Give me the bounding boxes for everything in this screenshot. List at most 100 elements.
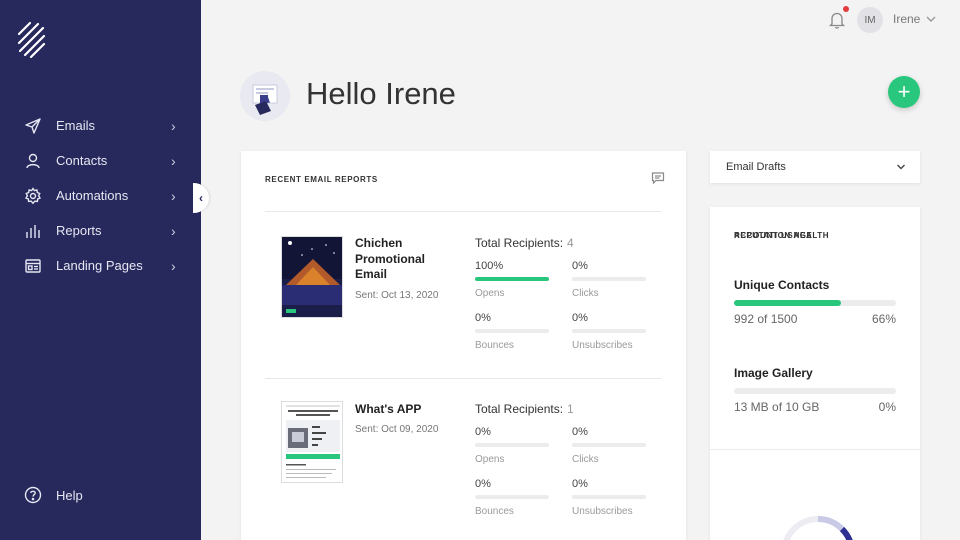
total-recipients: Total Recipients: 1 xyxy=(475,402,574,416)
profile-illustration xyxy=(240,71,290,121)
sidebar-item-emails[interactable]: Emails › xyxy=(0,108,201,143)
usage-amount: 13 MB of 10 GB xyxy=(734,400,820,414)
section-title: RECENT EMAIL REPORTS xyxy=(265,175,378,184)
sidebar-nav: Emails › Contacts › Automations › Report… xyxy=(0,108,201,283)
metric-opens: 0% Opens xyxy=(475,426,549,465)
sidebar-collapse-toggle[interactable]: ‹ xyxy=(193,183,209,213)
chevron-down-icon xyxy=(897,164,905,170)
metric-value: 0% xyxy=(475,426,491,438)
sidebar-item-automations[interactable]: Automations › xyxy=(0,178,201,213)
usage-percent: 0% xyxy=(878,400,896,414)
progress-bar xyxy=(734,388,896,394)
usage-unique-contacts: Unique Contacts 992 of 1500 66% xyxy=(734,278,896,326)
bar-chart-icon xyxy=(24,222,42,240)
plus-icon: + xyxy=(897,79,911,104)
landing-page-icon xyxy=(24,257,42,275)
sidebar-item-contacts[interactable]: Contacts › xyxy=(0,143,201,178)
chevron-right-icon: › xyxy=(171,257,176,274)
report-name[interactable]: What's APP xyxy=(355,402,445,418)
progress-bar xyxy=(475,495,549,499)
report-sent-date: Sent: Oct 09, 2020 xyxy=(355,424,439,435)
total-recipients-count: 4 xyxy=(567,236,574,250)
progress-bar xyxy=(572,277,646,281)
paper-plane-icon xyxy=(24,117,42,135)
metric-clicks: 0% Clicks xyxy=(572,260,646,299)
metric-value: 0% xyxy=(572,426,588,438)
metric-label: Opens xyxy=(475,288,505,299)
progress-bar xyxy=(572,495,646,499)
report-item: What's APP Sent: Oct 09, 2020 Total Reci… xyxy=(265,378,661,538)
chevron-right-icon: › xyxy=(171,222,176,239)
metric-label: Clicks xyxy=(572,454,599,465)
notification-dot xyxy=(843,6,849,12)
metric-label: Opens xyxy=(475,454,505,465)
chevron-left-icon: ‹ xyxy=(199,191,203,205)
user-name[interactable]: Irene xyxy=(893,12,920,26)
help-label: Help xyxy=(56,487,83,503)
metric-bounces: 0% Bounces xyxy=(475,312,549,351)
usage-percent: 66% xyxy=(871,312,896,326)
total-recipients-label: Total Recipients: xyxy=(475,402,564,416)
sidebar-item-label: Landing Pages xyxy=(56,258,143,273)
bell-icon[interactable] xyxy=(828,10,846,30)
progress-bar xyxy=(475,443,549,447)
report-item: Chichen Promotional Email Sent: Oct 13, … xyxy=(265,211,661,371)
metric-clicks: 0% Clicks xyxy=(572,426,646,465)
sidebar-item-label: Reports xyxy=(56,223,102,238)
progress-bar xyxy=(572,443,646,447)
metric-label: Clicks xyxy=(572,288,599,299)
reputation-gauge xyxy=(783,516,853,540)
progress-fill xyxy=(475,277,549,281)
metric-label: Bounces xyxy=(475,506,514,517)
person-icon xyxy=(24,152,42,170)
sidebar: Emails › Contacts › Automations › Report… xyxy=(0,0,201,540)
metric-unsubscribes: 0% Unsubscribes xyxy=(572,478,646,517)
email-drafts-dropdown[interactable]: Email Drafts xyxy=(710,151,920,183)
progress-bar xyxy=(572,329,646,333)
usage-image-gallery: Image Gallery 13 MB of 10 GB 0% xyxy=(734,366,896,414)
comment-icon[interactable] xyxy=(651,171,665,185)
add-button[interactable]: + xyxy=(888,76,920,108)
chevron-right-icon: › xyxy=(171,117,176,134)
metric-opens: 100% Opens xyxy=(475,260,549,299)
divider xyxy=(710,449,920,450)
chevron-down-icon[interactable] xyxy=(925,13,937,25)
total-recipients-count: 1 xyxy=(567,402,574,416)
report-sent-date: Sent: Oct 13, 2020 xyxy=(355,290,439,301)
report-name[interactable]: Chichen Promotional Email xyxy=(355,236,445,283)
total-recipients-label: Total Recipients: xyxy=(475,236,564,250)
sidebar-item-help[interactable]: Help xyxy=(24,486,83,504)
metric-bounces: 0% Bounces xyxy=(475,478,549,517)
sidebar-item-reports[interactable]: Reports › xyxy=(0,213,201,248)
usage-amount: 992 of 1500 xyxy=(734,312,798,326)
help-circle-icon xyxy=(24,486,42,504)
sidebar-item-label: Automations xyxy=(56,188,129,203)
total-recipients: Total Recipients: 4 xyxy=(475,236,574,250)
progress-fill xyxy=(734,300,841,306)
email-thumbnail[interactable] xyxy=(281,401,343,483)
sidebar-item-landing-pages[interactable]: Landing Pages › xyxy=(0,248,201,283)
metric-label: Unsubscribes xyxy=(572,340,633,351)
section-title: REPUTATION HEALTH xyxy=(734,231,830,240)
sidebar-item-label: Emails xyxy=(56,118,96,133)
metric-value: 0% xyxy=(475,312,491,324)
metric-value: 0% xyxy=(475,478,491,490)
metric-label: Bounces xyxy=(475,340,514,351)
account-usage-card: ACCOUNT USAGE Unique Contacts 992 of 150… xyxy=(710,207,920,540)
chevron-right-icon: › xyxy=(171,152,176,169)
usage-name: Image Gallery xyxy=(734,366,813,380)
usage-name: Unique Contacts xyxy=(734,278,830,292)
email-thumbnail[interactable] xyxy=(281,236,343,318)
email-drafts-label: Email Drafts xyxy=(726,161,786,173)
metric-value: 0% xyxy=(572,260,588,272)
metric-unsubscribes: 0% Unsubscribes xyxy=(572,312,646,351)
sidebar-item-label: Contacts xyxy=(56,153,108,168)
gear-icon xyxy=(24,186,42,205)
progress-bar xyxy=(475,329,549,333)
avatar[interactable]: IM xyxy=(857,7,883,33)
metric-value: 100% xyxy=(475,260,504,272)
metric-value: 0% xyxy=(572,478,588,490)
logo-icon[interactable] xyxy=(16,20,48,58)
progress-bar xyxy=(475,277,549,281)
metric-label: Unsubscribes xyxy=(572,506,633,517)
